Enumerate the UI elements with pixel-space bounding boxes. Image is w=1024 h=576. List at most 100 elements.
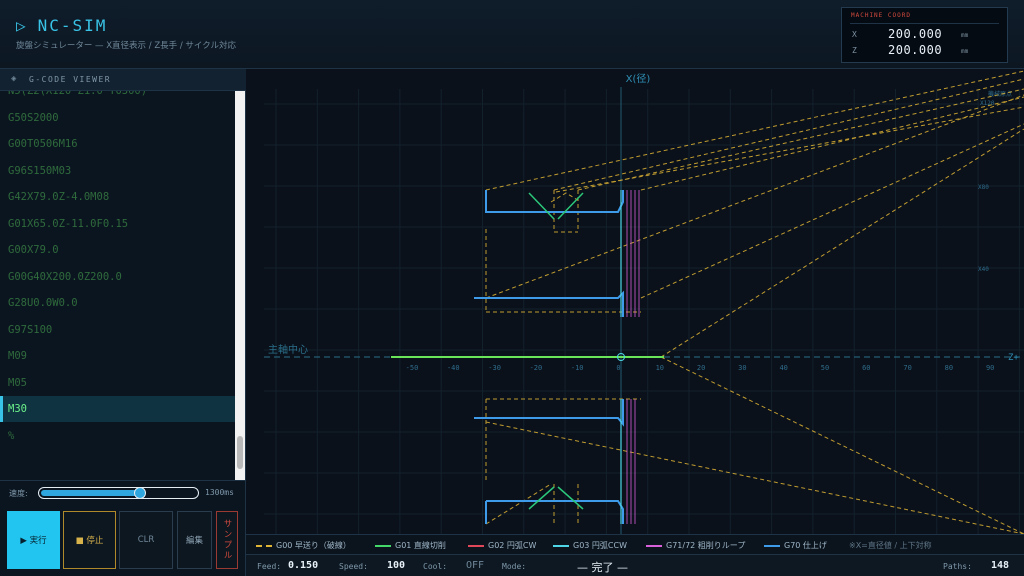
stop-button[interactable]: ■ 停止 (63, 511, 116, 569)
z-tick-label: -40 (447, 364, 460, 372)
gcode-line[interactable]: G96S150M03 (0, 158, 236, 184)
app-header: ▷ NC-SIM 旋盤シミュレーター — X直径表示 / Z長手 / サイクル対応… (0, 0, 1024, 69)
clear-button[interactable]: CLR (119, 511, 173, 569)
gcode-line[interactable]: G97S100 (0, 317, 236, 343)
legend-item: G71/72 粗削りループ (646, 540, 745, 551)
gcode-line[interactable]: M09 (0, 343, 236, 369)
control-buttons: ▶ 実行 ■ 停止 CLR 編集 サンプル (0, 506, 246, 576)
legend: ※X=直径値 / 上下対称 G00 早送り（破線） G01 直線切削 G02 円弧C… (246, 534, 1024, 554)
legend-swatch (468, 544, 484, 547)
speed-label: 速度: (9, 489, 28, 498)
coord-x-label: X (852, 30, 857, 39)
legend-label: G00 早送り（破線） (276, 541, 351, 550)
legend-swatch (764, 544, 780, 547)
legend-label: G02 円弧CW (488, 541, 537, 550)
feed-label: Feed: (257, 562, 282, 571)
z-tick-label: 60 (862, 364, 870, 372)
sample-button[interactable]: サンプル (216, 511, 238, 569)
gcode-line[interactable]: G50S2000 (0, 105, 236, 131)
coord-x-value: 200.000 (888, 27, 943, 41)
gcode-line-active[interactable]: M30 (0, 396, 236, 422)
gcode-line[interactable]: G00T0506M16 (0, 131, 236, 157)
coord-z-unit: mm (961, 48, 969, 55)
gcode-line[interactable]: G01X65.0Z-11.0F0.15 (0, 211, 236, 237)
z-tick-label: 70 (903, 364, 911, 372)
z-tick-label: 10 (656, 364, 664, 372)
mode-value: — 完了 — (577, 561, 628, 574)
scrollbar-thumb[interactable] (237, 436, 243, 469)
speed-control: 速度: 1300ms (0, 480, 246, 505)
legend-item: G70 仕上げ (764, 540, 827, 551)
legend-item: G00 早送り（破線） (256, 540, 351, 551)
divider (850, 23, 999, 24)
left-panel: ◈ G-CODE VIEWER N5(Z2(X120 Z1.0 T0300) G5… (0, 69, 246, 576)
gcode-viewer-title: G-CODE VIEWER (29, 75, 112, 84)
legend-swatch (256, 544, 272, 547)
speed-status-value: 100 (387, 560, 406, 571)
z-tick-label: -30 (488, 364, 501, 372)
coord-x-unit: mm (961, 32, 969, 39)
cool-label: Cool: (423, 562, 448, 571)
coord-z-label: Z (852, 46, 857, 55)
gcode-line[interactable]: G28U0.0W0.0 (0, 290, 236, 316)
gcode-line[interactable]: M05 (0, 370, 236, 396)
z-tick-label: 20 (697, 364, 705, 372)
toolpath-svg[interactable]: X(径) 主軸中心 Z+ 機械原点 X120 X80 X40 -50 -40 -30… (246, 69, 1024, 534)
spindle-label: 主軸中心 (268, 343, 308, 356)
z-tick-label: 90 (986, 364, 994, 372)
speed-value: 1300ms (205, 488, 234, 497)
coord-row-z: Z 200.000 mm (852, 43, 999, 57)
gcode-line[interactable]: G00G40X200.0Z200.0 (0, 264, 236, 290)
legend-label: G70 仕上げ (784, 541, 827, 550)
edit-button[interactable]: 編集 (177, 511, 212, 569)
app-title: ▷ NC-SIM (16, 16, 108, 35)
app-subtitle: 旋盤シミュレーター — X直径表示 / Z長手 / サイクル対応 (16, 41, 236, 51)
speed-status-label: Speed: (339, 562, 368, 571)
status-bar: Feed: 0.150 Speed: 100 Cool: OFF Mode: —… (246, 554, 1024, 576)
z-tick-label: 50 (821, 364, 829, 372)
legend-swatch (553, 544, 569, 547)
legend-label: G03 円弧CCW (573, 541, 628, 550)
gcode-line[interactable]: N5(Z2(X120 Z1.0 T0300) (0, 91, 236, 104)
machine-coord-panel: MACHINE COORD X 200.000 mm Z 200.000 mm (841, 7, 1008, 63)
x-tick-label-80: X80 (978, 184, 989, 191)
z-tick-labels: -50 -40 -30 -20 -10 0 10 20 30 40 50 60 70 80 90 (406, 364, 995, 372)
gcode-line[interactable]: G42X79.0Z-4.0M08 (0, 184, 236, 210)
run-button[interactable]: ▶ 実行 (7, 511, 60, 569)
grid (264, 89, 1024, 534)
z-tick-label: -50 (406, 364, 419, 372)
rapid-moves (485, 70, 1024, 534)
gcode-list[interactable]: N5(Z2(X120 Z1.0 T0300) G50S2000 G00T0506M1… (0, 91, 236, 479)
mode-label: Mode: (502, 562, 527, 571)
x-tick-label-40: X40 (978, 266, 989, 273)
coord-row-x: X 200.000 mm (852, 27, 999, 41)
gcode-viewer-header: ◈ G-CODE VIEWER (0, 69, 246, 91)
z-tick-label: 0 (616, 364, 620, 372)
coord-z-value: 200.000 (888, 43, 943, 57)
legend-item: G03 円弧CCW (553, 540, 627, 551)
speed-slider[interactable] (38, 487, 199, 499)
legend-label: G01 直線切削 (395, 541, 446, 550)
legend-item: G01 直線切削 (375, 540, 446, 551)
machine-coord-title: MACHINE COORD (851, 12, 911, 19)
z-axis-label: Z+ (1008, 353, 1019, 363)
legend-swatch (646, 544, 662, 547)
cool-value: OFF (466, 560, 485, 571)
x-axis-label: X(径) (626, 72, 651, 85)
diamond-icon: ◈ (11, 74, 17, 84)
paths-label: Paths: (943, 562, 972, 571)
speed-slider-knob[interactable] (133, 487, 146, 499)
speed-slider-fill (41, 490, 140, 496)
z-tick-label: -20 (530, 364, 543, 372)
gcode-scrollbar[interactable] (235, 91, 245, 480)
legend-note: ※X=直径値 / 上下対称 (849, 541, 932, 550)
feed-value: 0.150 (288, 560, 319, 571)
gcode-line[interactable]: G00X79.0 (0, 237, 236, 263)
legend-swatch (375, 544, 391, 547)
toolpath-canvas[interactable]: X(径) 主軸中心 Z+ 機械原点 X120 X80 X40 -50 -40 -30… (246, 69, 1024, 534)
linear-cuts (528, 192, 584, 510)
z-tick-label: 80 (945, 364, 953, 372)
legend-item: G02 円弧CW (468, 540, 536, 551)
gcode-line[interactable]: % (0, 423, 236, 449)
play-logo-icon: ▷ (16, 16, 28, 35)
